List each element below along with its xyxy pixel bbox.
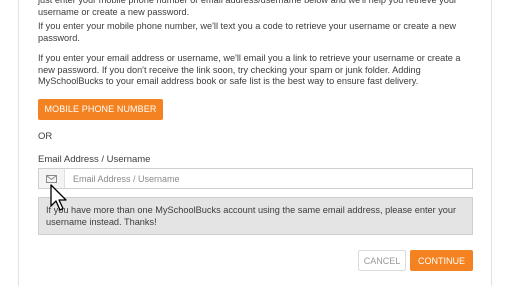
envelope-icon-graphic [46,174,57,183]
instructions-paragraph-3: If you enter your email address or usern… [38,53,461,86]
panel-right-border [491,0,492,286]
email-field-label: Email Address / Username [38,154,151,165]
continue-button[interactable]: CONTINUE [410,250,473,271]
forgot-credentials-page: just enter your mobile phone number or e… [0,0,509,286]
mobile-phone-number-button[interactable]: MOBILE PHONE NUMBER [38,99,163,120]
panel-left-border [18,0,19,286]
email-input-group [38,168,473,189]
or-separator: OR [38,131,53,142]
email-username-input[interactable] [65,169,470,188]
multiple-accounts-note: If you have more than one MySchoolBucks … [38,197,473,235]
instructions-paragraph-1: just enter your mobile phone number or e… [38,0,457,17]
envelope-icon [39,169,65,188]
cancel-button[interactable]: CANCEL [358,250,406,271]
instructions-paragraph-2: If you enter your mobile phone number, w… [38,21,456,43]
